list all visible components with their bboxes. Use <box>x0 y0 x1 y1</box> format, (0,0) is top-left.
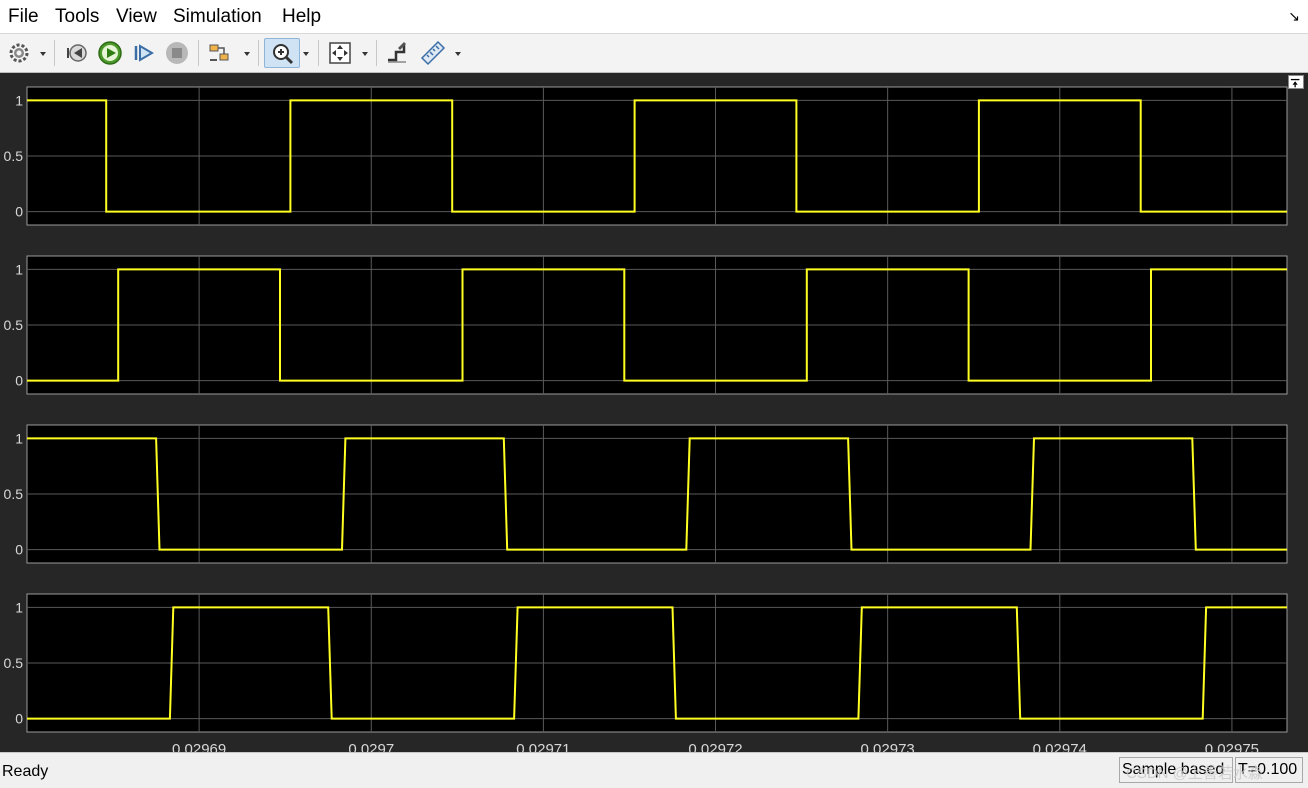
menu-simulation[interactable]: Simulation <box>173 6 262 28</box>
scope-display: 1 0.5 0 1 0.5 0 1 0.5 0 1 0.5 0 0.02969 0.0297 0.02971… <box>0 73 1308 752</box>
y-tick-label: 0 <box>15 204 23 220</box>
y-tick-label: 1 <box>15 599 23 615</box>
x-tick-label: 0.02972 <box>688 741 742 752</box>
zoom-in-icon[interactable] <box>264 38 300 68</box>
status-bar: Ready Sample based T=0.100 <box>0 752 1308 788</box>
y-tick-label: 0 <box>15 711 23 727</box>
watermark: CSDN @上善若水淼 <box>1126 765 1263 782</box>
x-tick-label: 0.0297 <box>348 741 394 752</box>
y-tick-label: 0.5 <box>4 148 24 164</box>
menu-tools[interactable]: Tools <box>55 6 99 28</box>
autoscale-dropdown-icon[interactable] <box>360 38 370 68</box>
y-tick-label: 0.5 <box>4 486 24 502</box>
measurements-icon[interactable] <box>418 38 448 68</box>
menu-bar: File Tools View Simulation Help ↘ <box>0 0 1308 33</box>
y-tick-label: 0.5 <box>4 655 24 671</box>
toolbar-separator <box>198 40 199 66</box>
undock-button[interactable] <box>1288 75 1304 89</box>
measurements-dropdown-icon[interactable] <box>453 38 463 68</box>
step-back-icon[interactable] <box>62 38 92 68</box>
toolbar-separator <box>318 40 319 66</box>
toolbar-separator <box>258 40 259 66</box>
zoom-dropdown-icon[interactable] <box>301 38 311 68</box>
y-tick-label: 0.5 <box>4 317 24 333</box>
x-tick-label: 0.02974 <box>1033 741 1087 752</box>
x-tick-label: 0.02971 <box>516 741 570 752</box>
x-tick-label: 0.02969 <box>172 741 226 752</box>
toolbar-separator <box>376 40 377 66</box>
run-icon[interactable] <box>95 38 125 68</box>
x-tick-label: 0.02975 <box>1205 741 1259 752</box>
highlight-block-icon[interactable] <box>205 38 235 68</box>
scope-plots: 1 0.5 0 1 0.5 0 1 0.5 0 1 0.5 0 0.02969 0.0297 0.02971… <box>4 86 1288 752</box>
menu-view[interactable]: View <box>116 6 157 28</box>
y-tick-label: 1 <box>15 430 23 446</box>
toolbar <box>0 33 1308 73</box>
y-tick-label: 0 <box>15 373 23 389</box>
highlight-dropdown-icon[interactable] <box>242 38 252 68</box>
settings-icon[interactable] <box>4 38 34 68</box>
step-forward-icon[interactable] <box>129 38 159 68</box>
style-icon[interactable] <box>382 38 412 68</box>
menu-help[interactable]: Help <box>282 6 321 28</box>
status-ready: Ready <box>2 763 49 780</box>
stop-icon[interactable] <box>162 38 192 68</box>
y-tick-label: 1 <box>15 92 23 108</box>
toolbar-separator <box>54 40 55 66</box>
y-tick-label: 1 <box>15 261 23 277</box>
y-tick-label: 0 <box>15 542 23 558</box>
settings-dropdown-icon[interactable] <box>38 38 48 68</box>
dock-arrow-icon[interactable]: ↘ <box>1288 8 1300 25</box>
autoscale-icon[interactable] <box>325 38 355 68</box>
menu-file[interactable]: File <box>8 6 39 28</box>
x-tick-label: 0.02973 <box>861 741 915 752</box>
